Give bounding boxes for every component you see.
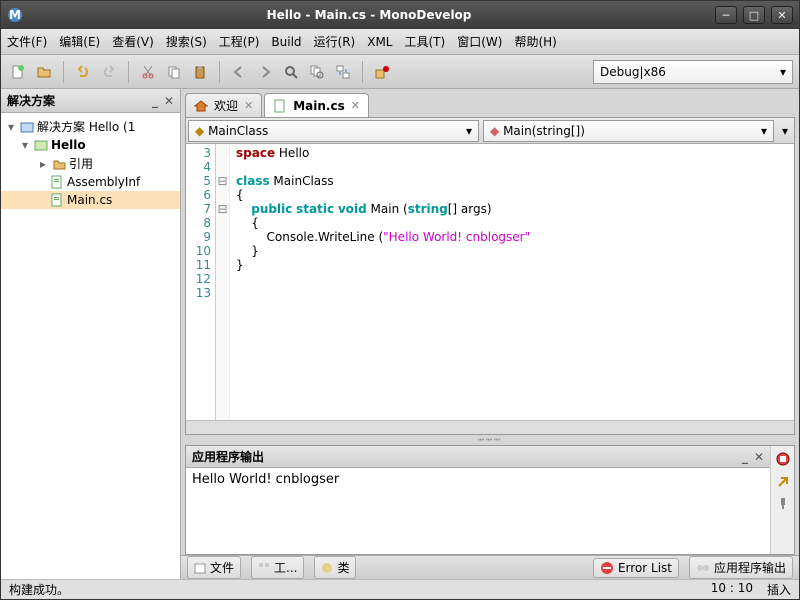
btab-files[interactable]: 文件 <box>187 556 241 579</box>
output-toolbar <box>770 446 794 554</box>
solution-sidebar: 解决方案 _ ✕ ▾解决方案 Hello (1 ▾Hello ▸引用 Assemb… <box>1 89 181 579</box>
window-title: Hello - Main.cs - MonoDevelop <box>29 8 709 22</box>
class-selector[interactable]: ◆ MainClass▾ <box>188 120 479 142</box>
file-icon <box>273 99 287 113</box>
tree-references[interactable]: ▸引用 <box>1 154 180 173</box>
source-text[interactable]: space Hello class MainClass{ public stat… <box>230 144 794 420</box>
menu-view[interactable]: 查看(V) <box>112 33 154 50</box>
chevron-down-icon: ▾ <box>780 65 786 79</box>
sidebar-title: 解决方案 <box>7 92 55 109</box>
nav-fwd-icon[interactable] <box>254 61 276 83</box>
tab-welcome[interactable]: 欢迎✕ <box>185 93 262 117</box>
close-button[interactable]: ✕ <box>771 6 793 24</box>
menu-window[interactable]: 窗口(W) <box>457 33 502 50</box>
svg-text:M: M <box>9 8 21 22</box>
home-icon <box>194 99 208 113</box>
app-icon: M <box>7 7 23 23</box>
status-message: 构建成功。 <box>9 581 69 598</box>
menu-xml[interactable]: XML <box>367 35 392 49</box>
stop-icon[interactable] <box>776 452 790 466</box>
config-selector[interactable]: Debug|x86 ▾ <box>593 60 793 84</box>
output-pane: 应用程序输出 _ ✕ Hello World! cnblogser <box>185 445 795 555</box>
cursor-position: 10 : 10 <box>711 581 753 598</box>
btab-classes[interactable]: 类 <box>314 556 356 579</box>
minimize-button[interactable]: ─ <box>715 6 737 24</box>
menu-tools[interactable]: 工具(T) <box>405 33 446 50</box>
menu-edit[interactable]: 编辑(E) <box>59 33 100 50</box>
output-title: 应用程序输出 <box>192 448 264 465</box>
method-selector[interactable]: ◆ Main(string[])▾ <box>483 120 774 142</box>
config-value: Debug|x86 <box>600 65 666 79</box>
btab-app-output[interactable]: 应用程序输出 <box>689 556 793 579</box>
nav-options-icon[interactable]: ▾ <box>776 124 794 138</box>
tab-main-cs[interactable]: Main.cs✕ <box>264 93 369 117</box>
tab-close-icon[interactable]: ✕ <box>351 99 360 112</box>
chevron-down-icon: ▾ <box>761 124 767 138</box>
new-file-icon[interactable] <box>7 61 29 83</box>
code-editor[interactable]: 345678910111213 ⊟ ⊟ space Hello class Ma… <box>186 144 794 420</box>
insert-mode: 插入 <box>767 581 791 598</box>
toolbar: Debug|x86 ▾ <box>1 55 799 89</box>
redo-icon[interactable] <box>98 61 120 83</box>
status-bar: 构建成功。 10 : 10 插入 <box>1 579 799 599</box>
open-icon[interactable] <box>33 61 55 83</box>
find-icon[interactable] <box>280 61 302 83</box>
menubar: 文件(F) 编辑(E) 查看(V) 搜索(S) 工程(P) Build 运行(R… <box>1 29 799 55</box>
paste-icon[interactable] <box>189 61 211 83</box>
tree-assemblyinfo[interactable]: AssemblyInf <box>1 173 180 191</box>
tree-main-cs[interactable]: Main.cs <box>1 191 180 209</box>
menu-project[interactable]: 工程(P) <box>219 33 260 50</box>
menu-build[interactable]: Build <box>271 35 301 49</box>
bottom-bar: 文件 工... 类 Error List 应用程序输出 <box>181 555 799 579</box>
editor-pane: ◆ MainClass▾ ◆ Main(string[])▾ ▾ 3456789… <box>185 117 795 435</box>
menu-search[interactable]: 搜索(S) <box>166 33 207 50</box>
maximize-button[interactable]: □ <box>743 6 765 24</box>
tab-close-icon[interactable]: ✕ <box>244 99 253 112</box>
menu-run[interactable]: 运行(R) <box>314 33 356 50</box>
tree-project[interactable]: ▾Hello <box>1 136 180 154</box>
fold-gutter[interactable]: ⊟ ⊟ <box>216 144 230 420</box>
sidebar-min-icon[interactable]: _ <box>152 94 158 108</box>
undo-icon[interactable] <box>72 61 94 83</box>
editor-tabs: 欢迎✕ Main.cs✕ <box>181 89 799 117</box>
output-close-icon[interactable]: ✕ <box>754 450 764 464</box>
replace-icon[interactable] <box>332 61 354 83</box>
titlebar: M Hello - Main.cs - MonoDevelop ─ □ ✕ <box>1 1 799 29</box>
output-text: Hello World! cnblogser <box>186 468 770 554</box>
menu-file[interactable]: 文件(F) <box>7 33 47 50</box>
nav-back-icon[interactable] <box>228 61 250 83</box>
chevron-down-icon: ▾ <box>466 124 472 138</box>
pin-icon[interactable] <box>776 496 790 510</box>
sidebar-close-icon[interactable]: ✕ <box>164 94 174 108</box>
find-files-icon[interactable] <box>306 61 328 83</box>
splitter[interactable]: ┉┉┉ <box>185 437 795 443</box>
output-min-icon[interactable]: _ <box>742 450 748 464</box>
cut-icon[interactable] <box>137 61 159 83</box>
menu-help[interactable]: 帮助(H) <box>514 33 556 50</box>
tree-solution[interactable]: ▾解决方案 Hello (1 <box>1 117 180 136</box>
run-icon[interactable] <box>371 61 393 83</box>
h-scrollbar[interactable] <box>186 420 794 434</box>
btab-tools[interactable]: 工... <box>251 556 304 579</box>
solution-tree: ▾解决方案 Hello (1 ▾Hello ▸引用 AssemblyInf Ma… <box>1 113 180 579</box>
btab-errors[interactable]: Error List <box>593 558 679 578</box>
clear-icon[interactable] <box>776 474 790 488</box>
copy-icon[interactable] <box>163 61 185 83</box>
line-gutter: 345678910111213 <box>186 144 216 420</box>
